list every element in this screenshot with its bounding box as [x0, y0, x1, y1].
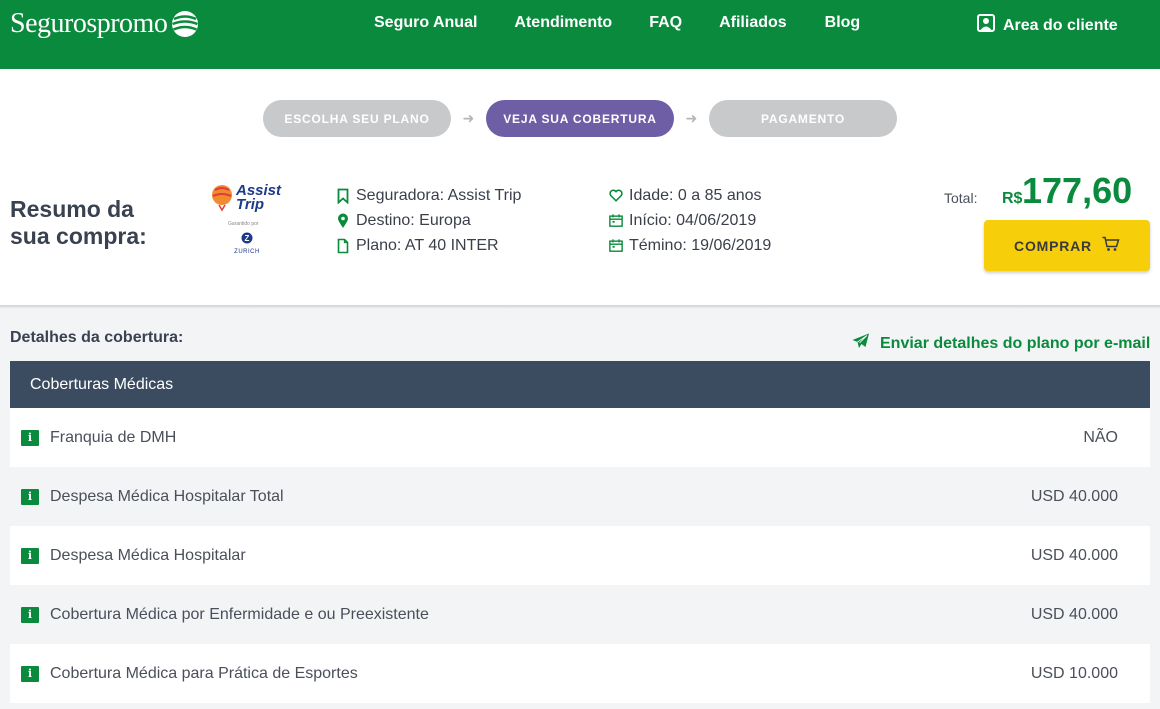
coverage-label: Franquia de DMH	[50, 428, 177, 446]
zurich-text: ZURICH	[234, 249, 260, 255]
step-view-coverage[interactable]: VEJA SUA COBERTURA	[486, 100, 674, 137]
top-header: Segurospromo Seguro Anual Atendimento FA…	[0, 0, 1160, 69]
table-row: i Cobertura Médica por Enfermidade e ou …	[10, 585, 1150, 644]
guarantee-text: Garantido por	[228, 221, 259, 227]
client-area-link[interactable]: Area do cliente	[977, 14, 1118, 37]
balloon-icon	[210, 184, 234, 217]
svg-text:Z: Z	[245, 234, 250, 243]
idade-row: Idade: 0 a 85 anos	[609, 183, 771, 208]
destino-row: Destino: Europa	[336, 208, 521, 233]
seguradora-text: Seguradora: Assist Trip	[356, 186, 522, 204]
coverage-value: USD 10.000	[1030, 664, 1118, 682]
coverage-value: NÃO	[1083, 428, 1118, 446]
buy-button-label: COMPRAR	[1014, 237, 1092, 254]
step-payment[interactable]: PAGAMENTO	[709, 100, 897, 137]
buy-button[interactable]: COMPRAR	[984, 220, 1150, 271]
plan-info-column: Seguradora: Assist Trip Destino: Europa …	[336, 183, 521, 258]
main-nav: Seguro Anual Atendimento FAQ Afiliados B…	[374, 14, 860, 32]
summary-title-line2: sua compra:	[10, 223, 147, 249]
coverage-label: Despesa Médica Hospitalar	[50, 546, 246, 564]
summary-title-line1: Resumo da	[10, 196, 134, 222]
plano-text: Plano: AT 40 INTER	[356, 236, 499, 254]
coverage-value: USD 40.000	[1030, 487, 1118, 505]
total-value: 177,60	[1022, 170, 1133, 211]
coverage-section-title: Coberturas Médicas	[30, 375, 174, 393]
nav-seguro-anual[interactable]: Seguro Anual	[374, 14, 477, 32]
seguradora-row: Seguradora: Assist Trip	[336, 183, 521, 208]
coverage-details-title: Detalhes da cobertura:	[10, 329, 184, 346]
logo-text: Segurospromo	[10, 8, 168, 39]
table-row: i Franquia de DMH NÃO	[10, 408, 1150, 467]
destino-text: Destino: Europa	[356, 211, 471, 229]
arrow-right-icon: ➜	[685, 110, 698, 126]
cart-icon	[1102, 236, 1120, 255]
total-currency: R$	[1002, 190, 1023, 207]
idade-text: Idade: 0 a 85 anos	[629, 186, 762, 204]
table-row: i Cobertura Médica para Prática de Espor…	[10, 644, 1150, 703]
coverage-label: Despesa Médica Hospitalar Total	[50, 487, 284, 505]
coverage-label: Cobertura Médica para Prática de Esporte…	[50, 664, 358, 682]
bookmark-icon	[336, 188, 350, 204]
calendar-icon	[609, 238, 623, 253]
map-pin-icon	[336, 213, 350, 229]
plano-row: Plano: AT 40 INTER	[336, 233, 521, 258]
table-row: i Despesa Médica Hospitalar USD 40.000	[10, 526, 1150, 585]
zurich-icon: Z	[241, 232, 253, 244]
site-logo[interactable]: Segurospromo	[10, 8, 199, 40]
arrow-right-icon: ➜	[462, 110, 475, 126]
paper-plane-icon	[852, 333, 870, 354]
coverage-table: Coberturas Médicas i Franquia de DMH NÃO…	[10, 361, 1150, 703]
purchase-summary-section: ESCOLHA SEU PLANO ➜ VEJA SUA COBERTURA ➜…	[0, 69, 1160, 306]
insurer-logo: Assist Trip Garantido por Z ZURICH	[210, 183, 290, 255]
nav-atendimento[interactable]: Atendimento	[514, 14, 612, 32]
summary-title: Resumo da sua compra:	[10, 196, 147, 250]
table-row: i Despesa Médica Hospitalar Total USD 40…	[10, 467, 1150, 526]
trip-info-column: Idade: 0 a 85 anos Início: 04/06/2019 Té…	[609, 183, 771, 258]
zurich-logo: Z ZURICH	[230, 231, 264, 255]
termino-text: Témino: 19/06/2019	[629, 236, 772, 254]
section-divider	[0, 305, 1160, 309]
termino-row: Témino: 19/06/2019	[609, 233, 771, 258]
logo-globe-icon	[171, 10, 199, 38]
send-email-link[interactable]: Enviar detalhes do plano por e-mail	[852, 333, 1150, 354]
calendar-icon	[609, 213, 623, 228]
coverage-label: Cobertura Médica por Enfermidade e ou Pr…	[50, 605, 429, 623]
user-icon	[977, 14, 995, 37]
send-email-label: Enviar detalhes do plano por e-mail	[880, 334, 1151, 352]
nav-faq[interactable]: FAQ	[649, 14, 682, 32]
assist-trip-logo: Assist Trip	[210, 183, 290, 217]
info-icon[interactable]: i	[21, 429, 39, 446]
info-icon[interactable]: i	[21, 488, 39, 505]
coverage-section-header[interactable]: Coberturas Médicas	[10, 361, 1150, 408]
checkout-steps: ESCOLHA SEU PLANO ➜ VEJA SUA COBERTURA ➜…	[263, 100, 897, 137]
client-area-label: Area do cliente	[1003, 16, 1118, 34]
coverage-value: USD 40.000	[1030, 546, 1118, 564]
info-icon[interactable]: i	[21, 606, 39, 623]
heart-icon	[609, 188, 623, 203]
assist-logo-line2: Trip	[236, 196, 265, 213]
info-icon[interactable]: i	[21, 665, 39, 682]
document-icon	[336, 238, 350, 254]
inicio-text: Início: 04/06/2019	[629, 211, 757, 229]
info-icon[interactable]: i	[21, 547, 39, 564]
nav-blog[interactable]: Blog	[825, 14, 861, 32]
step-choose-plan[interactable]: ESCOLHA SEU PLANO	[263, 100, 451, 137]
nav-afiliados[interactable]: Afiliados	[719, 14, 787, 32]
total-label: Total:	[944, 190, 978, 206]
inicio-row: Início: 04/06/2019	[609, 208, 771, 233]
coverage-value: USD 40.000	[1030, 605, 1118, 623]
